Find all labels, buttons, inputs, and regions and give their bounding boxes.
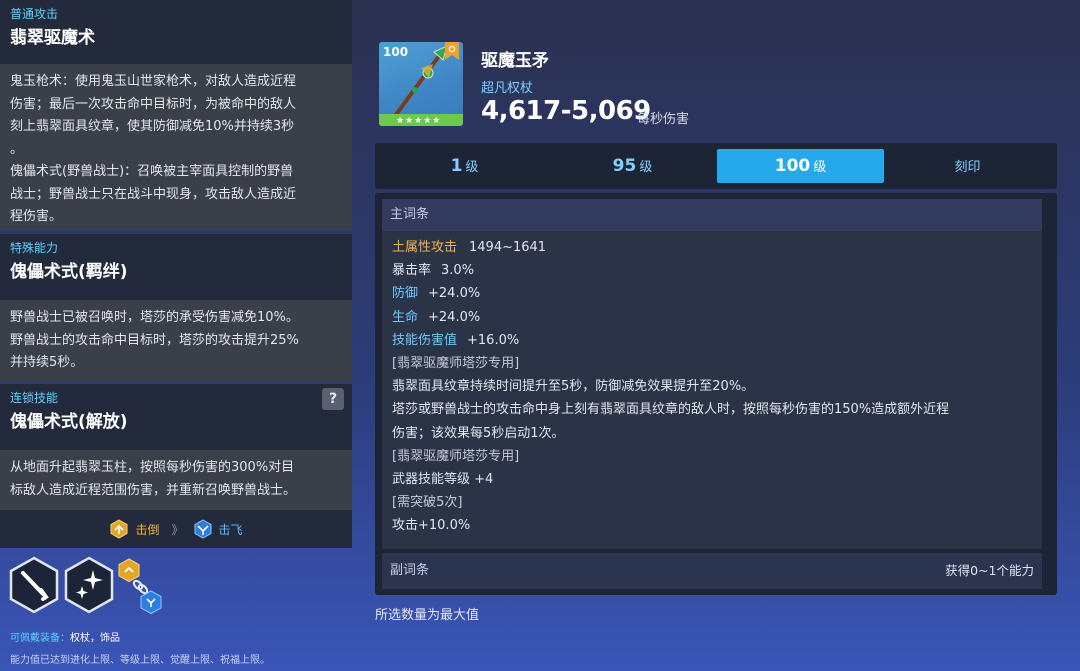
- desc-line: 。: [10, 141, 24, 157]
- knockdown-effect: 击倒: [109, 519, 159, 539]
- stat-row: 生命 +24.0%: [392, 306, 1032, 329]
- text-line: 伤害；该效果每5秒启动1次。: [392, 425, 565, 441]
- sub-stats-header[interactable]: 副词条 获得0~1个能力: [382, 553, 1042, 589]
- stat-row: 暴击率 3.0%: [392, 259, 1032, 282]
- desc-line: 标敌人造成近程范围伤害，并重新召唤野兽战士。: [10, 482, 297, 498]
- rarity-stars: ★★★★★: [396, 116, 442, 126]
- chain-effects-row: 击倒 》 击飞: [0, 510, 352, 548]
- tab-level-95[interactable]: 95 级: [549, 149, 716, 183]
- text-line: [翡翠驱魔师塔莎专用]: [392, 356, 520, 372]
- stat-value: +16.0%: [467, 332, 520, 348]
- stat-name: 暴击率: [392, 263, 432, 279]
- stat-row: 防御 +24.0%: [392, 282, 1032, 305]
- stat-name: 土属性攻击: [392, 240, 458, 255]
- stat-name: 生命: [392, 309, 419, 325]
- tab-level-1[interactable]: 1级: [381, 149, 548, 183]
- sub-stats-label: 副词条: [390, 563, 430, 578]
- stat-name: 技能伤害值: [392, 332, 458, 348]
- desc-line: 战士；野兽战士只在战斗中现身，攻击敌人造成近: [10, 186, 297, 202]
- tab-unit: 级: [465, 160, 479, 175]
- basic-attack-header: 普通攻击 翡翠驱魔术: [0, 0, 352, 64]
- dps-value: 4,617-5,069: [481, 96, 651, 126]
- desc-line: 刻上翡翠面具纹章，使其防御减免10%并持续3秒: [10, 119, 295, 134]
- tab-level-100[interactable]: 100 级: [717, 149, 884, 183]
- weapon-card: 100 ★★★★★: [379, 42, 463, 126]
- stat-name: 防御: [392, 286, 419, 302]
- tab-number: 95: [612, 156, 637, 176]
- chain-skill-tag: 连锁技能: [10, 391, 59, 405]
- stat-value: +24.0%: [428, 309, 481, 325]
- help-button[interactable]: ?: [322, 388, 344, 410]
- stat-value: 1494~1641: [469, 240, 547, 255]
- chain-skill-title: 傀儡术式(解放): [10, 412, 128, 432]
- special-ability-header: 特殊能力 傀儡术式(羁绊): [0, 234, 352, 300]
- launch-icon: [194, 519, 211, 539]
- footer-note: 所选数量为最大值: [375, 608, 480, 623]
- special-ability-tag: 特殊能力: [10, 241, 59, 255]
- limit-note: 能力值已达到进化上限、等级上限、觉醒上限、祝福上限。: [10, 655, 270, 666]
- knockdown-icon: [110, 519, 128, 539]
- desc-line: 伤害；最后一次攻击命中目标时，为被命中的敌人: [10, 96, 297, 112]
- desc-line: 傀儡术式(野兽战士)：召唤被主宰面具控制的野兽: [10, 164, 294, 179]
- text-line: 塔莎或野兽战士的攻击命中身上刻有翡翠面具纹章的敌人时，按照每秒伤害的150%造成…: [392, 402, 950, 418]
- equip-value: 权杖，饰品: [70, 633, 120, 644]
- desc-line: 程伤害。: [10, 209, 63, 224]
- text-line: [需突破5次]: [392, 495, 463, 511]
- tab-unit: 级: [813, 160, 827, 175]
- main-stats-body: 土属性攻击 1494~1641 暴击率 3.0% 防御 +24.0% 生命 +24.0%…: [382, 231, 1042, 549]
- chain-skill-header: 连锁技能 傀儡术式(解放): [0, 384, 352, 450]
- desc-line: 并持续5秒。: [10, 355, 84, 370]
- equip-label: 可佩戴装备：: [10, 633, 70, 644]
- desc-line: 野兽战士已被召唤时，塔莎的承受伤害减免10%。: [10, 310, 299, 325]
- desc-line: 野兽战士的攻击命中目标时，塔莎的攻击提升25%: [10, 332, 299, 348]
- equip-line: 可佩戴装备：权杖，饰品: [10, 629, 120, 644]
- basic-attack-tag: 普通攻击: [10, 7, 59, 21]
- tab-unit: 级: [639, 160, 653, 175]
- weapon-name: 驱魔玉矛: [481, 51, 549, 71]
- dps-unit: 每秒伤害: [637, 112, 690, 127]
- stat-row: 土属性攻击 1494~1641: [392, 236, 1032, 259]
- main-stats-header: 主词条: [382, 199, 1042, 231]
- level-tabs: 1级 95 级 100 级 刻印: [375, 143, 1057, 189]
- desc-line: 从地面升起翡翠玉柱，按照每秒伤害的300%对目: [10, 460, 295, 475]
- text-line: [翡翠驱魔师塔莎专用]: [392, 448, 520, 464]
- special-ability-description: 野兽战士已被召唤时，塔莎的承受伤害减免10%。 野兽战士的攻击命中目标时，塔莎的…: [0, 300, 352, 382]
- sub-stats-range: 获得0~1个能力: [945, 563, 1034, 578]
- launch-effect: 击飞: [193, 519, 243, 539]
- spear-skill-icon[interactable]: [8, 556, 60, 614]
- tab-label: 刻印: [954, 160, 981, 175]
- stat-value: +24.0%: [428, 286, 481, 302]
- bookmark-badge-icon: [445, 42, 459, 60]
- skill-panel: 普通攻击 翡翠驱魔术 鬼玉枪术：使用鬼玉山世家枪术，对敌人造成近程 伤害；最后一…: [0, 0, 352, 671]
- stat-value: 3.0%: [441, 263, 475, 279]
- chain-skill-description: 从地面升起翡翠玉柱，按照每秒伤害的300%对目 标敌人造成近程范围伤害，并重新召…: [0, 450, 352, 510]
- stat-row: 技能伤害值 +16.0%: [392, 329, 1032, 352]
- desc-line: 鬼玉枪术：使用鬼玉山世家枪术，对敌人造成近程: [10, 74, 297, 89]
- tab-engrave[interactable]: 刻印: [884, 149, 1051, 183]
- tab-number: 100: [774, 156, 811, 176]
- weapon-level-badge: 100: [383, 45, 409, 59]
- chevron-right-icon: 》: [171, 522, 183, 537]
- tab-number: 1: [450, 156, 463, 176]
- basic-attack-description: 鬼玉枪术：使用鬼玉山世家枪术，对敌人造成近程 伤害；最后一次攻击命中目标时，为被…: [0, 64, 352, 230]
- knockdown-label: 击倒: [135, 522, 160, 537]
- stats-panel: 主词条 土属性攻击 1494~1641 暴击率 3.0% 防御 +24.0% 生命 +2…: [375, 193, 1057, 595]
- weapon-type: 超凡权杖: [481, 81, 534, 96]
- chain-skill-icon[interactable]: [116, 558, 166, 616]
- text-line: 武器技能等级 +4: [392, 472, 494, 488]
- text-line: 攻击+10.0%: [392, 518, 471, 534]
- sparkle-skill-icon[interactable]: [63, 556, 115, 614]
- launch-label: 击飞: [218, 522, 243, 537]
- special-ability-title: 傀儡术式(羁绊): [10, 262, 128, 282]
- basic-attack-title: 翡翠驱魔术: [10, 28, 95, 48]
- text-line: 翡翠面具纹章持续时间提升至5秒，防御减免效果提升至20%。: [392, 379, 755, 395]
